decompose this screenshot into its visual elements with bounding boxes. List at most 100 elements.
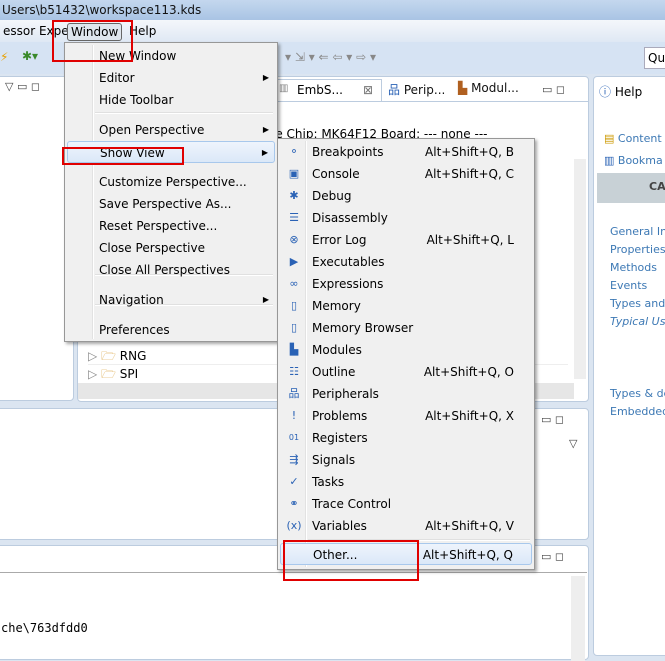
tab-embsys[interactable]: ▥ EmbS... ⊠ bbox=[274, 79, 382, 101]
menu-item-label: Navigation bbox=[99, 293, 164, 307]
submenu-arrow-icon: ▶ bbox=[262, 125, 269, 134]
menu-item-shortcut: Alt+Shift+Q, C bbox=[424, 167, 514, 181]
embsys-icon: ▥ bbox=[279, 83, 289, 94]
menu-item-label: Registers bbox=[312, 431, 368, 445]
submenu-arrow-icon: ▶ bbox=[261, 148, 268, 157]
executables-icon: ▶ bbox=[289, 255, 299, 268]
minimize-maximize-icons[interactable]: ▭ ◻ bbox=[541, 550, 564, 563]
menu-item-modules[interactable]: ▙ Modules bbox=[280, 339, 532, 361]
help-item[interactable]: Events bbox=[610, 279, 665, 297]
disassembly-icon: ☰ bbox=[289, 211, 299, 224]
menu-item-executables[interactable]: ▶ Executables bbox=[280, 251, 532, 273]
expressions-icon: ∞ bbox=[289, 277, 299, 290]
help-icon: ⓘ bbox=[599, 85, 612, 99]
minimize-maximize-icons[interactable]: ▭ ◻ bbox=[542, 83, 565, 96]
window-menu: New Window Editor ▶ Hide Toolbar Open Perspe… bbox=[64, 42, 278, 342]
show-view-menu: ⚬ Breakpoints Alt+Shift+Q, B ▣ Console Alt+Sh… bbox=[277, 138, 535, 570]
bookmarks-icon: ▥ bbox=[604, 154, 615, 167]
menu-item-label: Preferences bbox=[99, 323, 170, 337]
help-item[interactable]: Types and bbox=[610, 297, 665, 315]
modules-icon: ▙ bbox=[289, 343, 299, 356]
menu-item-outline[interactable]: ☷ Outline Alt+Shift+Q, O bbox=[280, 361, 532, 383]
menu-item-variables[interactable]: (x) Variables Alt+Shift+Q, V bbox=[280, 515, 532, 537]
menu-item-label: Expressions bbox=[312, 277, 384, 291]
submenu-arrow-icon: ▶ bbox=[262, 295, 269, 304]
menu-item-expressions[interactable]: ∞ Expressions bbox=[280, 273, 532, 295]
menu-item-console[interactable]: ▣ Console Alt+Shift+Q, C bbox=[280, 163, 532, 185]
menu-item-hide-toolbar[interactable]: Hide Toolbar bbox=[67, 89, 275, 111]
help-link-contents[interactable]: ▤ Content bbox=[604, 132, 665, 150]
menu-item-close-perspective[interactable]: Close Perspective bbox=[67, 237, 275, 259]
menu-item-memory-browser[interactable]: ▯ Memory Browser bbox=[280, 317, 532, 339]
variables-icon: (x) bbox=[286, 519, 302, 532]
annotation-box-show-view bbox=[62, 147, 184, 165]
close-icon[interactable]: ⊠ bbox=[363, 83, 373, 97]
help-item[interactable]: Typical Usa bbox=[610, 315, 665, 333]
help-item[interactable]: Methods bbox=[610, 261, 665, 279]
help-item[interactable]: General Inf bbox=[610, 225, 665, 243]
menu-item-close-all-perspectives[interactable]: Close All Perspectives bbox=[67, 259, 275, 281]
window-title: Users\b51432\workspace113.kds bbox=[0, 0, 665, 20]
menu-item-label: Open Perspective bbox=[99, 123, 205, 137]
help-item[interactable]: Properties bbox=[610, 243, 665, 261]
debug-bug-icon: ✱ bbox=[289, 189, 299, 202]
signals-icon: ⇶ bbox=[289, 453, 299, 466]
menu-item-label: Save Perspective As... bbox=[99, 197, 232, 211]
menu-item-label: Executables bbox=[312, 255, 385, 269]
breakpoints-icon: ⚬ bbox=[289, 145, 299, 158]
menu-item-shortcut: Alt+Shift+Q, X bbox=[425, 409, 514, 423]
tab-peripherals[interactable]: 品 Perip... bbox=[384, 79, 449, 99]
menu-item-label: Memory bbox=[312, 299, 361, 313]
debug-icon[interactable]: ✱▾ bbox=[22, 49, 38, 63]
vertical-scrollbar[interactable] bbox=[574, 159, 586, 379]
help-item[interactable]: Embedded bbox=[610, 405, 665, 423]
menu-item-label: Outline bbox=[312, 365, 356, 379]
console-scrollbar[interactable] bbox=[571, 576, 585, 661]
menu-item-memory[interactable]: ▯ Memory bbox=[280, 295, 532, 317]
folder-icon: 🗁 bbox=[101, 349, 116, 363]
menu-item-save-perspective-as[interactable]: Save Perspective As... bbox=[67, 193, 275, 215]
help-link-bookmarks[interactable]: ▥ Bookma bbox=[604, 154, 665, 172]
view-menu-icon[interactable]: ▽ ▭ ◻ bbox=[5, 80, 40, 93]
menu-item-preferences[interactable]: Preferences bbox=[67, 319, 275, 341]
help-view: ⓘ Help ▤ Content ▥ Bookma CA General Inf… bbox=[593, 76, 665, 656]
menu-item-customize-perspective[interactable]: Customize Perspective... bbox=[67, 171, 275, 193]
menu-item-problems[interactable]: ! Problems Alt+Shift+Q, X bbox=[280, 405, 532, 427]
menu-item-registers[interactable]: 01 Registers bbox=[280, 427, 532, 449]
menu-item-label: Console bbox=[312, 167, 360, 181]
menu-item-label: Problems bbox=[312, 409, 368, 423]
menu-item-disassembly[interactable]: ☰ Disassembly bbox=[280, 207, 532, 229]
problems-icon: ! bbox=[291, 409, 297, 422]
menu-item-shortcut: Alt+Shift+Q, B bbox=[425, 145, 514, 159]
menu-item-error-log[interactable]: ⊗ Error Log Alt+Shift+Q, L bbox=[280, 229, 532, 251]
menu-item-peripherals[interactable]: 品 Peripherals bbox=[280, 383, 532, 405]
memory-icon: ▯ bbox=[290, 299, 298, 312]
menu-item-breakpoints[interactable]: ⚬ Breakpoints Alt+Shift+Q, B bbox=[280, 141, 532, 163]
menu-item-reset-perspective[interactable]: Reset Perspective... bbox=[67, 215, 275, 237]
annotation-box-other bbox=[283, 540, 419, 581]
minimize-maximize-icons[interactable]: ▭ ◻ bbox=[541, 413, 564, 426]
menu-item-debug[interactable]: ✱ Debug bbox=[280, 185, 532, 207]
menu-item-trace-control[interactable]: ⚭ Trace Control bbox=[280, 493, 532, 515]
view-menu-icon[interactable]: ▽ bbox=[569, 437, 577, 450]
menu-item-navigation[interactable]: Navigation ▶ bbox=[67, 289, 275, 311]
console-line: che\763dfdd0 bbox=[1, 621, 88, 635]
tab-modules[interactable]: ▙ Modul... bbox=[454, 79, 523, 99]
menu-item-label: Close Perspective bbox=[99, 241, 206, 255]
menu-item-signals[interactable]: ⇶ Signals bbox=[280, 449, 532, 471]
menu-item-label: Error Log bbox=[312, 233, 367, 247]
menu-item-label: Debug bbox=[312, 189, 352, 203]
quick-access-input[interactable]: Qui bbox=[644, 47, 665, 69]
menu-item-open-perspective[interactable]: Open Perspective ▶ bbox=[67, 119, 275, 141]
tab-help[interactable]: ⓘ Help bbox=[599, 83, 642, 100]
trace-control-icon: ⚭ bbox=[289, 497, 299, 510]
menu-item-editor[interactable]: Editor ▶ bbox=[67, 67, 275, 89]
menu-item-label: Disassembly bbox=[312, 211, 388, 225]
nav-icons[interactable]: ▾ ⇲ ▾ ⇐ ⇦ ▾ ⇨ ▾ bbox=[285, 50, 376, 64]
tasks-icon: ✓ bbox=[289, 475, 299, 488]
menu-item-tasks[interactable]: ✓ Tasks bbox=[280, 471, 532, 493]
menu-item-label: Editor bbox=[99, 71, 135, 85]
help-item[interactable]: Types & de bbox=[610, 387, 665, 405]
annotation-box-window bbox=[52, 20, 133, 62]
build-icon[interactable]: ⚡ bbox=[0, 50, 8, 64]
